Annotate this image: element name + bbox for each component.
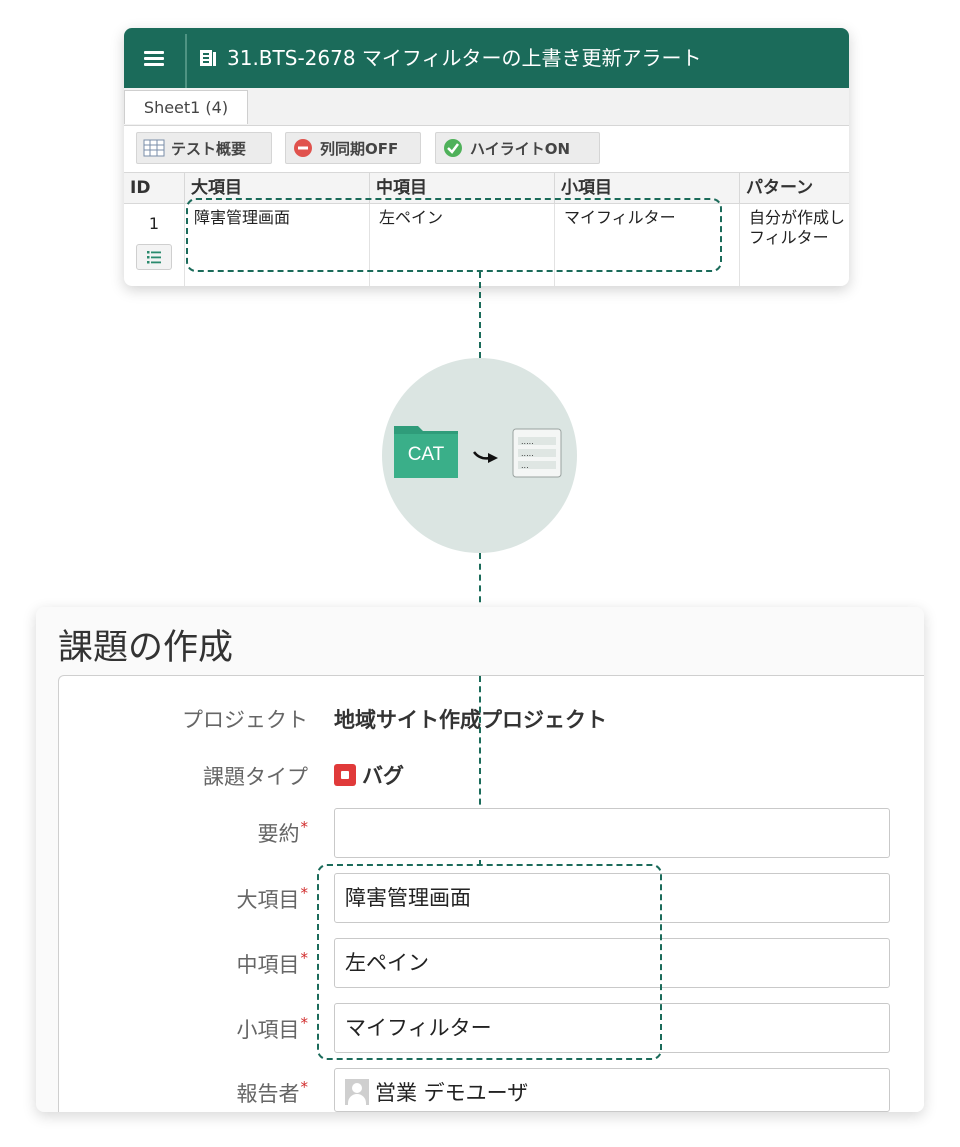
cell-id[interactable]: 1 <box>124 204 185 286</box>
reporter-input[interactable]: 営業 デモユーザ <box>334 1068 890 1112</box>
reporter-label: 報告者* <box>236 1078 309 1106</box>
test-summary-button[interactable]: テスト概要 <box>136 132 272 164</box>
row-detail-button[interactable] <box>136 244 172 270</box>
form-title: 課題の作成 <box>58 628 234 668</box>
issue-type-label: 課題タイプ <box>203 765 308 789</box>
issue-type-text: バグ <box>362 764 404 788</box>
avatar <box>345 1079 369 1105</box>
cell-pattern[interactable]: 自分が作成しフィルター <box>740 204 849 286</box>
project-label: プロジェクト <box>182 708 308 732</box>
middle-label: 中項目* <box>236 949 309 977</box>
row-id: 1 <box>148 214 160 233</box>
summary-label: 要約* <box>257 818 309 846</box>
reporter-name: 営業 デモユーザ <box>375 1081 529 1105</box>
issue-type-value[interactable]: バグ <box>334 760 404 790</box>
hamburger-icon <box>144 51 164 66</box>
major-label: 大項目* <box>236 884 309 912</box>
check-circle-icon <box>444 139 462 157</box>
connector-line-middle <box>479 553 481 613</box>
project-value: 地域サイト作成プロジェクト <box>334 708 607 732</box>
required-mark: * <box>300 818 309 836</box>
column-header-id[interactable]: ID <box>124 173 185 204</box>
arrow-icon <box>473 451 498 463</box>
spreadsheet-doc-icon <box>200 50 216 66</box>
selection-highlight-bottom <box>317 864 662 1060</box>
svg-text:...: ... <box>521 461 529 470</box>
minus-circle-icon <box>294 139 312 157</box>
bug-icon <box>334 764 356 786</box>
minor-label: 小項目* <box>236 1014 309 1042</box>
column-sync-button[interactable]: 列同期OFF <box>285 132 421 164</box>
summary-input[interactable] <box>334 808 890 858</box>
column-header-pattern[interactable]: パターン <box>740 173 849 204</box>
header-divider <box>185 34 187 88</box>
sheet-toolbar: テスト概要 列同期OFF ハイライトON <box>124 126 849 172</box>
sheet-header: 31.BTS-2678 マイフィルターの上書き更新アラート <box>124 28 849 88</box>
sheet-tab-bar: Sheet1 (4) <box>124 88 849 126</box>
required-mark: * <box>300 949 309 967</box>
highlight-label: ハイライトON <box>470 139 571 158</box>
required-mark: * <box>300 1078 309 1096</box>
cat-label: CAT <box>407 444 445 465</box>
required-mark: * <box>300 1014 309 1032</box>
test-summary-label: テスト概要 <box>171 139 247 158</box>
tab-sheet1[interactable]: Sheet1 (4) <box>124 90 248 124</box>
selection-highlight-top <box>186 198 722 272</box>
menu-button[interactable] <box>124 28 184 88</box>
table-icon <box>143 139 165 157</box>
svg-text:.....: ..... <box>521 437 534 446</box>
sheet-title: 31.BTS-2678 マイフィルターの上書き更新アラート <box>227 46 702 70</box>
highlight-button[interactable]: ハイライトON <box>435 132 600 164</box>
svg-text:.....: ..... <box>521 449 534 458</box>
column-sync-label: 列同期OFF <box>320 139 399 158</box>
connector-line-top <box>479 272 481 358</box>
document-list-icon: ..... ..... ... <box>512 428 562 478</box>
required-mark: * <box>300 884 309 902</box>
list-icon <box>147 251 161 264</box>
